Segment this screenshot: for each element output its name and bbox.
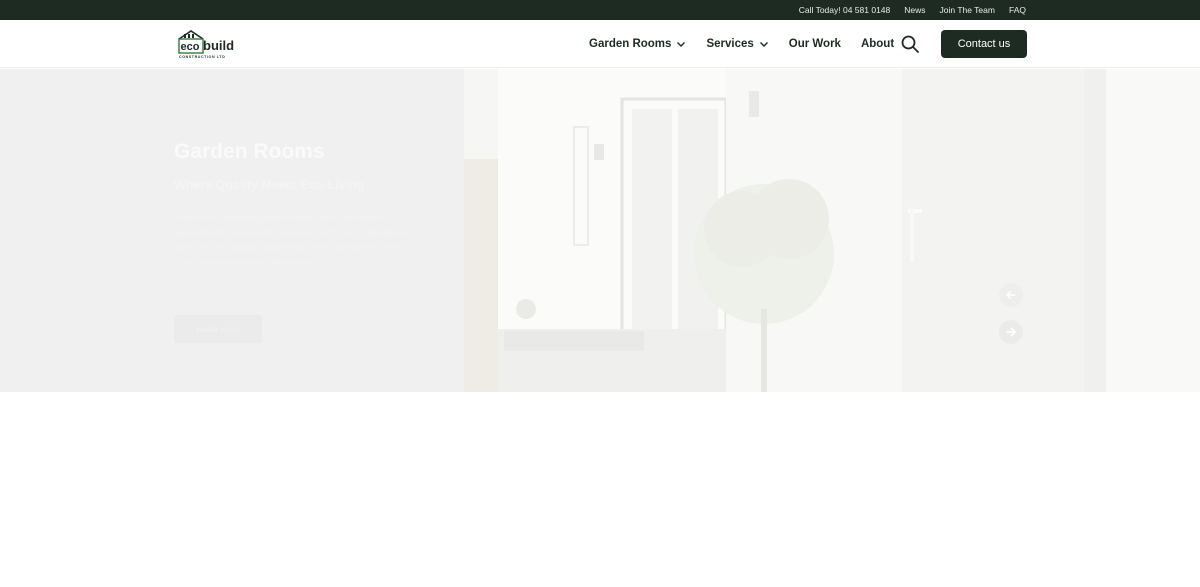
- search-icon[interactable]: [900, 34, 920, 54]
- hero-right-margin: [1106, 69, 1200, 392]
- nav-services-label: Services: [706, 38, 754, 50]
- topbar-links: Call Today! 04 581 0148 News Join The Te…: [799, 0, 1026, 20]
- top-utility-bar: Call Today! 04 581 0148 News Join The Te…: [0, 0, 1200, 20]
- chevron-down-icon: [677, 42, 686, 47]
- nav-services[interactable]: Services: [706, 38, 768, 50]
- hero-title: Garden Rooms: [174, 140, 325, 163]
- faq-link[interactable]: FAQ: [1009, 5, 1026, 15]
- page-content-area: [0, 392, 1200, 587]
- logo-tagline: CONSTRUCTION LTD: [179, 55, 225, 59]
- join-team-link[interactable]: Join The Team: [940, 5, 995, 15]
- nav-our-work[interactable]: Our Work: [789, 38, 841, 50]
- ecobuild-logo[interactable]: eco build CONSTRUCTION LTD: [177, 28, 241, 60]
- arrow-right-icon: [1006, 327, 1017, 337]
- logo-word-eco: eco: [181, 41, 200, 53]
- contact-us-button[interactable]: Contact us: [941, 30, 1027, 58]
- hero-cta-button[interactable]: Learn more: [174, 315, 262, 343]
- logo-word-build: build: [203, 38, 234, 53]
- nav-garden-rooms[interactable]: Garden Rooms: [589, 38, 686, 50]
- slider-prev-button[interactable]: [999, 283, 1023, 307]
- call-link[interactable]: Call Today! 04 581 0148: [799, 5, 891, 15]
- hero-subtitle: Where Quality Meets Eco-Living: [174, 178, 365, 192]
- nav-about[interactable]: About: [861, 38, 894, 50]
- main-nav: Garden Rooms Services Our Work About: [589, 20, 914, 68]
- news-link[interactable]: News: [904, 5, 925, 15]
- nav-garden-rooms-label: Garden Rooms: [589, 38, 672, 50]
- arrow-left-icon: [1006, 290, 1016, 300]
- nav-about-label: About: [860, 38, 895, 50]
- hero-slider: Garden Rooms Where Quality Meets Eco-Liv…: [0, 69, 1200, 392]
- hero-body-text: Discover our premium garden rooms, built…: [174, 212, 412, 267]
- chevron-down-icon: [759, 42, 768, 47]
- nav-our-work-label: Our Work: [788, 38, 841, 50]
- slider-next-button[interactable]: [999, 320, 1023, 344]
- site-header: eco build CONSTRUCTION LTD Garden Rooms …: [0, 20, 1200, 68]
